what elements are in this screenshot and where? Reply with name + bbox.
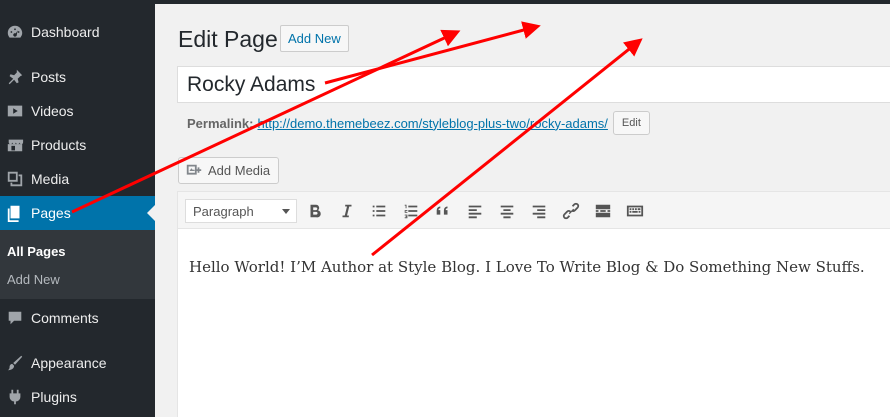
align-left-icon	[468, 205, 482, 219]
permalink-edit-button[interactable]: Edit	[612, 111, 650, 135]
store-icon	[5, 135, 25, 155]
bold-button[interactable]	[304, 200, 326, 222]
page-icon	[5, 203, 25, 223]
bold-icon	[310, 204, 321, 218]
permalink-row: Permalink: http://demo.themebeez.com/sty…	[187, 111, 650, 135]
comment-icon	[5, 308, 25, 328]
dashboard-icon	[5, 22, 25, 42]
sidebar-item-label: Plugins	[31, 389, 77, 405]
sidebar-item-comments[interactable]: Comments	[0, 301, 155, 335]
sidebar-item-media[interactable]: Media	[0, 162, 155, 196]
align-center-button[interactable]	[496, 200, 518, 222]
sidebar-item-label: Appearance	[31, 355, 107, 371]
chevron-down-icon	[282, 209, 290, 214]
sidebar-item-label: Posts	[31, 69, 67, 85]
italic-icon	[342, 204, 352, 218]
toolbar-toggle-button[interactable]	[624, 200, 646, 222]
link-icon	[562, 202, 580, 220]
add-media-button[interactable]: Add Media	[178, 157, 280, 184]
sidebar-item-posts[interactable]: Posts	[0, 60, 155, 94]
bullet-list-button[interactable]	[368, 200, 390, 222]
plugin-icon	[5, 387, 25, 407]
permalink-link[interactable]: http://demo.themebeez.com/styleblog-plus…	[257, 116, 607, 131]
pages-submenu: All Pages Add New	[0, 230, 155, 299]
sidebar-item-dashboard[interactable]: Dashboard	[0, 15, 155, 49]
sidebar-item-label: Videos	[31, 103, 74, 119]
page-title: Edit Page	[178, 26, 278, 52]
pin-icon	[5, 67, 25, 87]
submenu-add-new[interactable]: Add New	[7, 272, 60, 287]
sidebar-item-videos[interactable]: Videos	[0, 94, 155, 128]
submenu-all-pages[interactable]: All Pages	[7, 244, 66, 259]
editor-content[interactable]: Hello World! I’M Author at Style Blog. I…	[189, 258, 865, 276]
read-more-icon	[595, 204, 611, 218]
add-media-label: Add Media	[208, 163, 271, 178]
bullet-list-icon	[372, 205, 386, 217]
numbered-list-button[interactable]	[400, 200, 422, 222]
video-icon	[5, 101, 25, 121]
sidebar-item-plugins[interactable]: Plugins	[0, 380, 155, 414]
align-left-button[interactable]	[464, 200, 486, 222]
sidebar-item-pages[interactable]: Pages	[0, 196, 155, 230]
sidebar-item-label: Comments	[31, 310, 99, 326]
sidebar-item-label: Media	[31, 171, 70, 187]
add-media-icon	[186, 164, 202, 175]
sidebar-item-label: Pages	[31, 205, 71, 221]
quote-icon	[436, 206, 448, 215]
admin-topbar-edge	[155, 0, 890, 4]
insert-link-button[interactable]	[560, 200, 582, 222]
content-editor: Paragraph Hello World! I’M Author at Sty…	[177, 191, 890, 417]
sidebar-item-label: Products	[31, 137, 87, 153]
keyboard-icon	[626, 205, 644, 217]
sidebar-item-label: Dashboard	[31, 24, 100, 40]
admin-sidebar: Dashboard Posts Videos Products Media Pa…	[0, 0, 155, 417]
italic-button[interactable]	[336, 200, 358, 222]
active-indicator	[147, 205, 155, 221]
brush-icon	[5, 353, 25, 373]
numbered-list-icon	[404, 204, 418, 219]
sidebar-item-products[interactable]: Products	[0, 128, 155, 162]
permalink-label: Permalink:	[187, 115, 254, 131]
read-more-button[interactable]	[592, 200, 614, 222]
format-select-value: Paragraph	[193, 203, 254, 219]
align-center-icon	[500, 205, 514, 219]
editor-toolbar: Paragraph	[178, 192, 890, 229]
media-icon	[5, 169, 25, 189]
title-input[interactable]: Rocky Adams	[177, 66, 890, 103]
align-right-button[interactable]	[528, 200, 550, 222]
format-select[interactable]: Paragraph	[185, 199, 297, 223]
sidebar-item-appearance[interactable]: Appearance	[0, 346, 155, 380]
blockquote-button[interactable]	[432, 200, 454, 222]
add-new-button[interactable]: Add New	[280, 25, 349, 52]
align-right-icon	[532, 205, 546, 219]
